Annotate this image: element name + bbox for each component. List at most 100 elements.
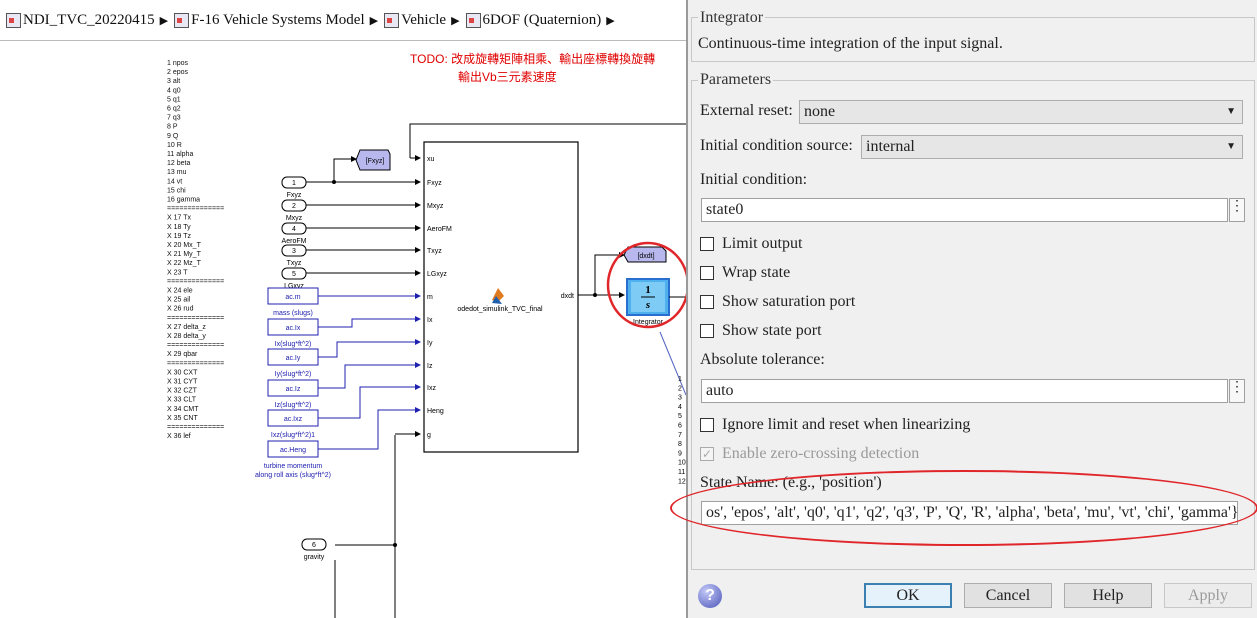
constant-block[interactable]: ac.Ix — [267, 318, 319, 336]
state-list-item: X 28 delta_y — [167, 333, 206, 340]
state-list-item: ============== — [167, 342, 224, 349]
state-list-item: X 35 CNT — [167, 415, 198, 422]
constant-block[interactable]: ac.Ixz — [267, 409, 319, 427]
block-description: Continuous-time integration of the input… — [698, 35, 1003, 52]
inport-label: Fxyz — [287, 192, 302, 199]
signal-line — [318, 384, 421, 419]
state-list-item: 15 chi — [167, 187, 186, 194]
ignore-limit-checkbox[interactable]: Ignore limit and reset when linearizing — [700, 416, 970, 434]
checkbox-box — [700, 266, 714, 280]
simulink-canvas[interactable]: NDI_TVC_20220415 ▶ F-16 Vehicle Systems … — [0, 0, 686, 618]
state-list-item: 4 q0 — [167, 87, 181, 94]
dropdown-arrow-icon: ▼ — [1226, 106, 1236, 117]
breadcrumb-item-vehicle-systems[interactable]: F-16 Vehicle Systems Model ▶ — [174, 12, 378, 29]
state-list-item: 14 vt — [167, 178, 182, 185]
breadcrumb-item-model[interactable]: NDI_TVC_20220415 ▶ — [6, 12, 168, 29]
checkmark-icon: ✓ — [700, 446, 714, 461]
initial-condition-label: Initial condition: — [700, 171, 808, 188]
goto-fxyz-block[interactable]: [Fxyz] — [355, 149, 391, 171]
constant-value: ac.Iy — [286, 355, 301, 362]
breadcrumb: NDI_TVC_20220415 ▶ F-16 Vehicle Systems … — [0, 0, 686, 41]
constant-value: ac.Heng — [280, 447, 306, 454]
show-saturation-port-checkbox[interactable]: Show saturation port — [700, 293, 855, 311]
block-title: Integrator — [698, 9, 766, 27]
state-list-item: X 21 My_T — [167, 251, 202, 258]
block-diagram[interactable]: TODO: 改成旋轉矩陣相乘、輸出座標轉換旋轉 輸出Vb三元素速度 1 npos… — [0, 40, 686, 618]
state-list-item: ============== — [167, 206, 224, 213]
goto-dxdt-block[interactable]: [dxdt] — [623, 246, 667, 263]
show-state-port-label: Show state port — [722, 322, 822, 339]
function-port-label: Iz — [427, 363, 433, 370]
integrator-denominator: s — [645, 299, 650, 311]
state-list-item: ============== — [167, 424, 224, 431]
show-state-port-checkbox[interactable]: Show state port — [700, 322, 822, 340]
ic-source-label: Initial condition source: — [700, 137, 853, 154]
branch-point — [332, 180, 336, 184]
limit-output-label: Limit output — [722, 235, 803, 252]
function-port-label: LGxyz — [427, 271, 447, 278]
constant-label: Ix(slug*ft^2) — [275, 341, 312, 348]
inport-label: Mxyz — [286, 215, 303, 222]
constant-value: ac.Iz — [286, 386, 301, 393]
cancel-button[interactable]: Cancel — [964, 583, 1052, 608]
function-port-label: m — [427, 294, 433, 301]
apply-button: Apply — [1164, 583, 1252, 608]
inport-block[interactable]: 4 — [281, 222, 307, 235]
constant-label: turbine momentum — [264, 463, 323, 470]
signal-line — [318, 407, 421, 450]
constant-block[interactable]: ac.Heng — [267, 440, 319, 458]
breadcrumb-item-6dof[interactable]: 6DOF (Quaternion) ▶ — [465, 11, 615, 29]
todo-annotation: TODO: 改成旋轉矩陣相乘、輸出座標轉換旋轉 — [410, 51, 655, 66]
partial-state-item: 3 — [678, 395, 682, 402]
function-port-label: Fxyz — [427, 180, 442, 187]
partial-state-item: 10 — [678, 460, 686, 467]
help-button[interactable]: Help — [1064, 583, 1152, 608]
ic-source-value: internal — [866, 138, 915, 155]
chevron-right-icon: ▶ — [606, 14, 615, 27]
partial-state-item: 2 — [678, 385, 682, 392]
constant-block[interactable]: ac.m — [267, 287, 319, 305]
signal-line — [318, 339, 421, 358]
more-options-button[interactable]: ⋮ — [1229, 198, 1245, 222]
constant-label: Ixz(slug*ft^2)1 — [271, 432, 315, 439]
more-options-button[interactable]: ⋮ — [1229, 379, 1245, 403]
state-list-item: X 34 CMT — [167, 406, 199, 413]
inport-block[interactable]: 2 — [281, 199, 307, 212]
breadcrumb-item-vehicle[interactable]: Vehicle ▶ — [384, 12, 460, 29]
state-name-highlight-ellipse — [670, 470, 1257, 546]
breadcrumb-label: 6DOF (Quaternion) — [482, 11, 602, 28]
partial-state-item: 7 — [678, 432, 682, 439]
constant-block[interactable]: ac.Iy — [267, 348, 319, 366]
inport-block[interactable]: 3 — [281, 244, 307, 257]
state-list-item: X 23 T — [167, 269, 188, 276]
inport-block[interactable]: 1 — [281, 176, 307, 189]
state-list-item: X 36 lef — [167, 433, 191, 440]
limit-output-checkbox[interactable]: Limit output — [700, 235, 802, 253]
partial-state-item: 12 — [678, 478, 686, 485]
function-port-label: Heng — [427, 408, 444, 415]
state-list-annotation: 1 npos 2 epos 3 alt 4 q0 5 q1 6 q2 7 q3 8 P 9 Q 1… — [167, 60, 224, 440]
wrap-state-checkbox[interactable]: Wrap state — [700, 264, 790, 282]
state-list-item: 11 alpha — [167, 151, 193, 158]
ic-source-select[interactable]: internal ▼ — [861, 135, 1243, 159]
inport-gravity[interactable]: 6 — [301, 538, 327, 551]
integrator-block[interactable]: 1 s — [626, 278, 670, 316]
inport-block[interactable]: 5 — [281, 267, 307, 280]
constant-block[interactable]: ac.Iz — [267, 379, 319, 397]
external-reset-select[interactable]: none ▼ — [799, 100, 1243, 124]
inport-label: AeroFM — [282, 238, 307, 245]
inport-label: Txyz — [287, 260, 302, 267]
absolute-tolerance-input[interactable]: auto — [701, 379, 1228, 403]
model-icon — [6, 12, 21, 28]
initial-condition-input[interactable]: state0 — [701, 198, 1228, 222]
goto-dxdt-label: [dxdt] — [637, 253, 654, 260]
function-port-label: g — [427, 432, 431, 439]
constant-label: Iz(slug*ft^2) — [275, 402, 312, 409]
help-icon[interactable]: ? — [698, 584, 722, 608]
constant-value: ac.m — [285, 294, 300, 301]
state-list-item: 5 q1 — [167, 96, 181, 103]
constant-label: mass (slugs) — [273, 310, 313, 317]
ok-button[interactable]: OK — [864, 583, 952, 608]
function-port-label: Iy — [427, 340, 433, 347]
state-list-item: X 25 ail — [167, 297, 191, 304]
